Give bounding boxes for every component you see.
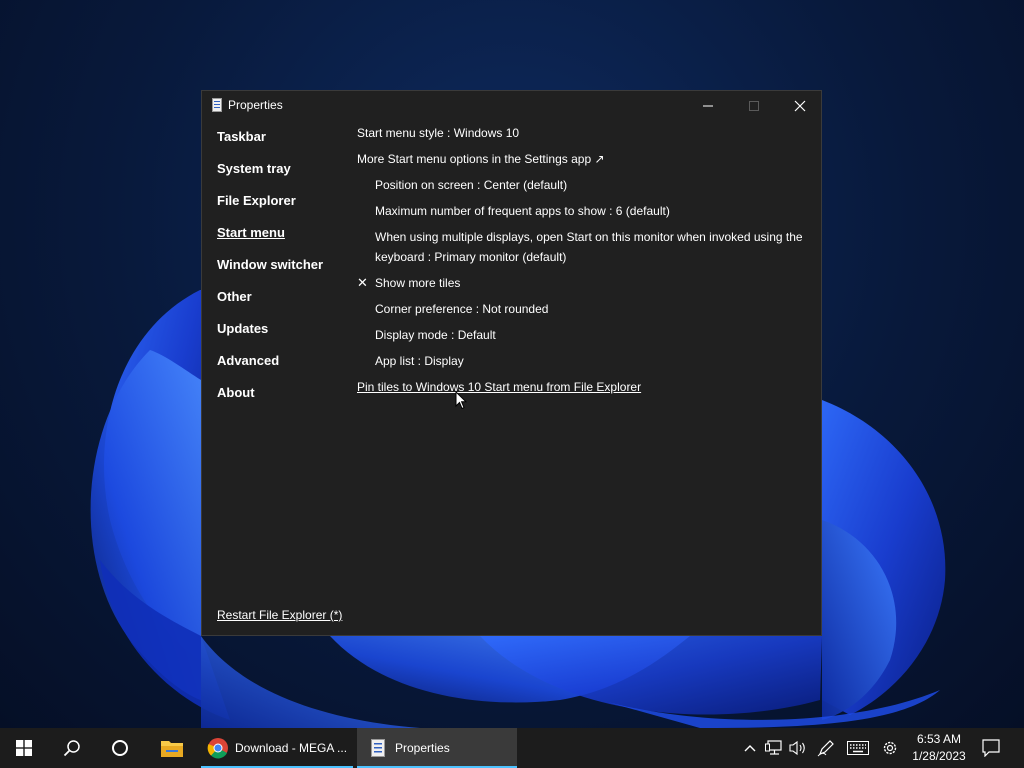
pen-workspace-button[interactable] [816, 738, 836, 758]
sidebar-item-taskbar[interactable]: Taskbar [217, 129, 266, 144]
minimize-button[interactable] [685, 91, 731, 121]
sidebar-item-start-menu[interactable]: Start menu [217, 225, 285, 240]
cortana-button[interactable] [96, 728, 144, 768]
taskbar-clock[interactable]: 6:53 AM 1/28/2023 [904, 731, 974, 765]
cortana-circle-icon [112, 740, 128, 756]
sidebar-item-updates[interactable]: Updates [217, 321, 268, 336]
show-more-tiles-option[interactable]: Show more tiles [375, 276, 460, 290]
restart-file-explorer-link[interactable]: Restart File Explorer (*) [217, 608, 342, 622]
touch-keyboard-button[interactable] [846, 738, 870, 758]
mouse-cursor-icon [455, 391, 467, 410]
search-button[interactable] [48, 728, 96, 768]
multiple-displays-option[interactable]: When using multiple displays, open Start… [375, 227, 805, 267]
window-titlebar[interactable]: Properties [202, 91, 821, 121]
search-icon [63, 740, 80, 757]
pin-tiles-link[interactable]: Pin tiles to Windows 10 Start menu from … [357, 380, 641, 394]
show-hidden-icons-button[interactable] [740, 738, 760, 758]
display-mode-option[interactable]: Display mode : Default [375, 328, 496, 342]
window-title: Properties [228, 98, 283, 112]
chrome-icon [207, 738, 228, 759]
start-button[interactable] [0, 728, 48, 768]
maximize-button[interactable] [731, 91, 777, 121]
gear-icon [883, 741, 897, 755]
settings-app-link[interactable]: More Start menu options in the Settings … [357, 152, 605, 166]
taskbar-app-properties[interactable]: Properties [357, 728, 517, 768]
action-center-button[interactable] [981, 738, 1001, 758]
taskbar-app-label: Download - MEGA ... [235, 741, 348, 755]
close-icon [794, 100, 806, 112]
sidebar-item-advanced[interactable]: Advanced [217, 353, 279, 368]
chevron-up-icon [744, 745, 756, 752]
properties-icon [371, 739, 385, 757]
max-frequent-apps-option[interactable]: Maximum number of frequent apps to show … [375, 204, 670, 218]
start-menu-style-option[interactable]: Start menu style : Windows 10 [357, 126, 519, 140]
keyboard-icon [847, 741, 869, 755]
checked-x-icon[interactable]: ✕ [357, 275, 368, 291]
position-on-screen-option[interactable]: Position on screen : Center (default) [375, 178, 567, 192]
app-list-option[interactable]: App list : Display [375, 354, 464, 368]
sidebar-item-system-tray[interactable]: System tray [217, 161, 291, 176]
volume-button[interactable] [788, 738, 808, 758]
sidebar-item-other[interactable]: Other [217, 289, 252, 304]
clock-time: 6:53 AM [916, 732, 962, 746]
taskbar-app-chrome[interactable]: Download - MEGA ... [201, 728, 353, 768]
network-icon [765, 740, 782, 755]
clock-date: 1/28/2023 [912, 749, 966, 763]
properties-window: Properties Taskbar System tray File Expl… [201, 90, 822, 636]
maximize-icon [749, 101, 759, 111]
properties-icon [212, 98, 222, 112]
minimize-icon [703, 105, 713, 107]
speaker-icon [789, 740, 805, 756]
sidebar-item-file-explorer[interactable]: File Explorer [217, 193, 296, 208]
taskbar: Download - MEGA ... Properties 6:53 AM 1… [0, 728, 1024, 768]
network-button[interactable] [764, 738, 784, 758]
pen-icon [817, 740, 834, 757]
sidebar-item-about[interactable]: About [217, 385, 255, 400]
close-button[interactable] [777, 91, 823, 121]
corner-preference-option[interactable]: Corner preference : Not rounded [375, 302, 548, 316]
windows-logo-icon [16, 740, 32, 756]
taskbar-app-label: Properties [395, 741, 450, 755]
settings-button[interactable] [880, 738, 900, 758]
notification-icon [982, 739, 1000, 757]
folder-icon [161, 741, 183, 757]
sidebar-item-window-switcher[interactable]: Window switcher [217, 257, 323, 272]
file-explorer-taskbar-button[interactable] [148, 728, 196, 768]
